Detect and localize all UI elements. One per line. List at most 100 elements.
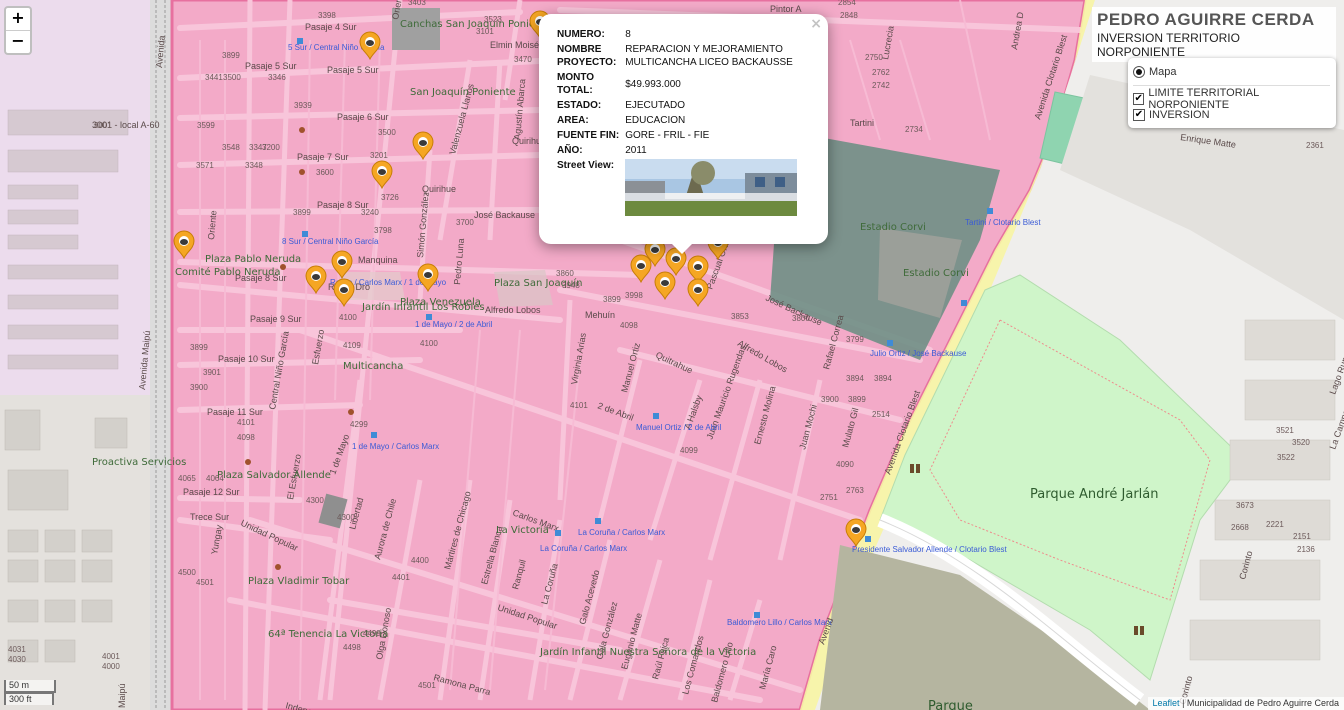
- svg-text:2136: 2136: [1297, 545, 1315, 554]
- project-popup: × NUMERO: 8 NOMBRE PROYECTO: REPARACION Y M…: [539, 14, 828, 254]
- svg-text:3726: 3726: [381, 193, 399, 202]
- svg-text:3441: 3441: [205, 73, 223, 82]
- label-parque-andre-jarlan: Parque André Jarlán: [1030, 487, 1159, 502]
- label-trece-sur: Trece Sur: [190, 512, 229, 522]
- layers-separator: [1133, 85, 1330, 86]
- field-key: NUMERO:: [557, 29, 605, 40]
- svg-text:4001: 4001: [102, 652, 120, 661]
- svg-text:3201: 3201: [370, 151, 388, 160]
- base-layer-label: Mapa: [1149, 66, 1177, 78]
- svg-text:3899: 3899: [222, 51, 240, 60]
- label-proactiva-servicios: Proactiva Servicios: [92, 457, 186, 468]
- svg-text:4299: 4299: [350, 420, 368, 429]
- label-plaza-vladimir-tobar: Plaza Vladimir Tobar: [248, 576, 350, 587]
- svg-text:2848: 2848: [840, 11, 858, 20]
- label-mehuin: Mehuín: [585, 310, 615, 320]
- bus-stop-manuel-ortiz: Manuel Ortiz / 2 de Abril: [636, 423, 722, 432]
- layers-control: Mapa ✔ LIMITE TERRITORIAL NORPONIENTE ✔ …: [1128, 58, 1336, 128]
- svg-text:2734: 2734: [905, 125, 923, 134]
- svg-text:4098: 4098: [620, 321, 638, 330]
- svg-text:3899: 3899: [293, 208, 311, 217]
- bus-stop-1-de-mayo-2-de-abril: 1 de Mayo / 2 de Abril: [415, 320, 493, 329]
- label-alfredo-lobos: Alfredo Lobos: [485, 305, 541, 315]
- label-pasaje-5-sur-b: Pasaje 5 Sur: [327, 65, 379, 75]
- label-san-joaquin-poniente: San Joaquín Poniente: [410, 86, 516, 98]
- svg-text:2750: 2750: [865, 53, 883, 62]
- field-value: EDUCACION: [625, 115, 686, 126]
- leaflet-link[interactable]: Leaflet: [1153, 698, 1180, 708]
- zoom-out-button[interactable]: −: [6, 31, 30, 53]
- label-pasaje-11-sur: Pasaje 11 Sur: [207, 407, 263, 417]
- svg-text:4498: 4498: [343, 643, 361, 652]
- svg-text:3899: 3899: [848, 395, 866, 404]
- radio-icon[interactable]: [1133, 66, 1145, 78]
- checkbox-checked-icon[interactable]: ✔: [1133, 109, 1145, 121]
- svg-text:4300: 4300: [337, 513, 355, 522]
- svg-text:4064: 4064: [206, 474, 224, 483]
- svg-text:4400: 4400: [411, 556, 429, 565]
- label-comite-pablo-neruda: Comité Pablo Neruda: [175, 266, 281, 278]
- svg-text:3101: 3101: [476, 27, 494, 36]
- svg-text:3522: 3522: [1277, 453, 1295, 462]
- svg-text:3800: 3800: [792, 314, 810, 323]
- label-plaza-venezuela: Plaza Venezuela: [400, 297, 481, 308]
- field-value: REPARACION Y MEJORAMIENTO MULTICANCHA LIC…: [625, 44, 793, 68]
- svg-text:3398: 3398: [318, 11, 336, 20]
- svg-text:3939: 3939: [294, 101, 312, 110]
- svg-text:3894: 3894: [846, 374, 864, 383]
- popup-close-button[interactable]: ×: [810, 16, 822, 32]
- zoom-in-button[interactable]: +: [6, 8, 30, 31]
- zoom-control: + −: [4, 6, 32, 55]
- svg-text:4000: 4000: [102, 662, 120, 671]
- svg-text:3346: 3346: [268, 73, 286, 82]
- overlay-label: LIMITE TERRITORIAL NORPONIENTE: [1148, 87, 1259, 111]
- svg-text:4031: 4031: [8, 645, 26, 654]
- svg-text:4501: 4501: [196, 578, 214, 587]
- svg-text:4499: 4499: [363, 629, 381, 638]
- map-title: PEDRO AGUIRRE CERDA: [1097, 10, 1315, 29]
- label-elmin-moise: Elmin Moisé: [490, 40, 539, 50]
- label-pasaje-12-sur: Pasaje 12 Sur: [183, 487, 240, 497]
- field-key: AREA:: [557, 115, 589, 126]
- street-view-image[interactable]: [625, 159, 798, 216]
- attribution-source: Municipalidad de Pedro Aguirre Cerda: [1186, 698, 1339, 708]
- label-pasaje-9-sur: Pasaje 9 Sur: [250, 314, 302, 324]
- overlay-limite-territorial[interactable]: ✔ LIMITE TERRITORIAL NORPONIENTE: [1133, 87, 1330, 111]
- svg-text:3571: 3571: [196, 161, 214, 170]
- project-details-table: NUMERO: 8 NOMBRE PROYECTO: REPARACION Y MEJ…: [557, 28, 801, 216]
- svg-text:3853: 3853: [731, 312, 749, 321]
- bus-stop-1-de-mayo-carlos-marx: 1 de Mayo / Carlos Marx: [352, 442, 439, 451]
- label-pasaje-10-sur: Pasaje 10 Sur: [218, 354, 275, 364]
- svg-text:3894: 3894: [874, 374, 892, 383]
- svg-text:3470: 3470: [514, 55, 532, 64]
- svg-text:2854: 2854: [838, 0, 856, 7]
- label-parque: Parque: [928, 699, 973, 710]
- field-value: 8: [625, 29, 631, 40]
- svg-text:4099: 4099: [680, 446, 698, 455]
- checkbox-checked-icon[interactable]: ✔: [1133, 93, 1145, 105]
- svg-text:3523: 3523: [484, 15, 502, 24]
- field-value: $49.993.000: [625, 78, 681, 90]
- svg-text:3240: 3240: [361, 208, 379, 217]
- svg-text:3901: 3901: [203, 368, 221, 377]
- svg-text:3600: 3600: [316, 168, 334, 177]
- svg-text:4501: 4501: [418, 681, 436, 690]
- label-manquina: Manquina: [358, 255, 398, 265]
- popup-tip: [672, 244, 692, 254]
- svg-text:4065: 4065: [178, 474, 196, 483]
- field-value: GORE - FRIL - FIE: [625, 130, 710, 141]
- bus-stop-8-sur: 8 Sur / Central Niño García: [282, 237, 379, 246]
- base-layer-mapa[interactable]: Mapa: [1133, 64, 1330, 80]
- svg-text:4100: 4100: [339, 313, 357, 322]
- svg-text:3899: 3899: [190, 343, 208, 352]
- field-value: EJECUTADO: [625, 100, 686, 111]
- label-pasaje-7-sur: Pasaje 7 Sur: [297, 152, 349, 162]
- svg-text:3860: 3860: [556, 269, 574, 278]
- label-multicancha: Multicancha: [343, 361, 403, 372]
- field-key: Street View:: [557, 160, 615, 171]
- svg-text:2751: 2751: [820, 493, 838, 502]
- attribution-separator: |: [1179, 698, 1187, 708]
- svg-text:3520: 3520: [1292, 438, 1310, 447]
- svg-text:2668: 2668: [1231, 523, 1249, 532]
- label-la-victoria: La Victoria: [496, 525, 549, 536]
